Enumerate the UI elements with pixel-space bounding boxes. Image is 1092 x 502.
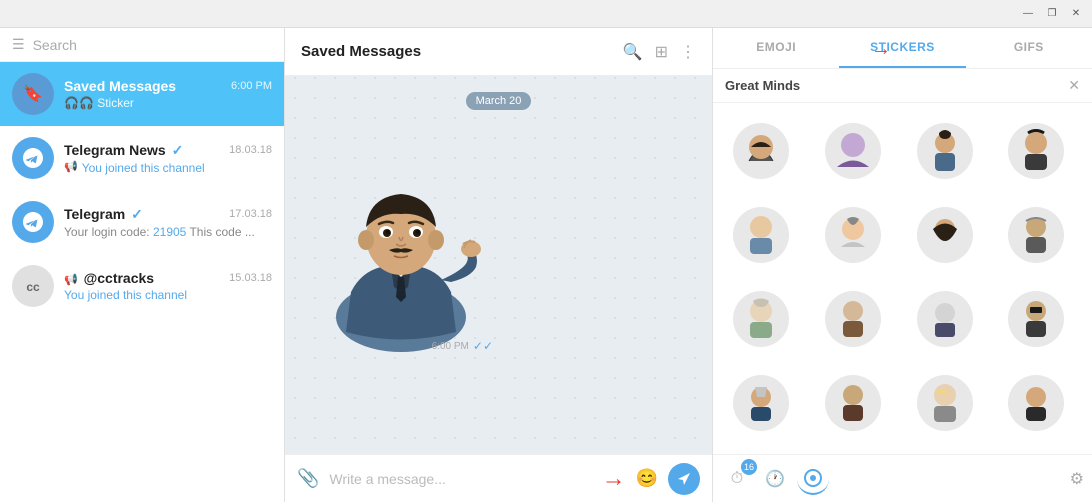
sticker-panel-header: Great Minds ✕ [713, 69, 1092, 103]
sticker-timestamp: 6:00 PM ✓✓ [432, 339, 493, 353]
tesla-sticker-svg [301, 122, 501, 352]
left-panel: ☰ 🔖 Saved Messages 6:00 PM 🎧🎧 Sticker [0, 28, 285, 502]
svg-text:cc: cc [26, 280, 40, 294]
chat-name-tgnews: Telegram News ✓ [64, 142, 183, 159]
chat-header-title: Saved Messages [301, 43, 611, 60]
sticker-1[interactable] [721, 111, 801, 191]
sticker-17[interactable] [721, 447, 801, 454]
pack-stickers-button[interactable] [797, 463, 829, 495]
chat-name-telegram: Telegram ✓ [64, 206, 143, 223]
chat-info-saved: Saved Messages 6:00 PM 🎧🎧 Sticker [64, 78, 272, 110]
split-view-icon[interactable]: ⊞ [655, 42, 668, 62]
minimize-button[interactable]: — [1020, 6, 1036, 22]
sticker-grid [713, 103, 1092, 454]
search-input[interactable] [33, 37, 272, 53]
chat-preview-saved: 🎧🎧 Sticker [64, 96, 272, 110]
settings-button[interactable]: ⚙ [1070, 469, 1084, 489]
sticker-bottom-bar: ⏱ 16 🕐 ⚙ [713, 454, 1092, 502]
restore-button[interactable]: ❐ [1044, 6, 1060, 22]
chat-item-telegram-news[interactable]: Telegram News ✓ 18.03.18 📢 You joined th… [0, 126, 284, 190]
sticker-4[interactable] [996, 111, 1076, 191]
hamburger-icon[interactable]: ☰ [12, 36, 25, 53]
tab-emoji[interactable]: EMOJI [713, 28, 839, 68]
avatar-telegram-news [12, 137, 54, 179]
sticker-14[interactable] [813, 363, 893, 443]
chat-item-telegram[interactable]: Telegram ✓ 17.03.18 Your login code: 219… [0, 190, 284, 254]
chat-info-telegram: Telegram ✓ 17.03.18 Your login code: 219… [64, 206, 272, 239]
chat-time-telegram: 17.03.18 [229, 208, 272, 220]
close-button[interactable]: ✕ [1068, 6, 1084, 22]
titlebar: — ❐ ✕ [0, 0, 1092, 28]
sticker-12[interactable] [996, 279, 1076, 359]
sticker-18[interactable] [813, 447, 893, 454]
chat-time-tgnews: 18.03.18 [229, 144, 272, 156]
chat-item-cctracks[interactable]: cc 📢 @cctracks 15.03.18 You joined this … [0, 254, 284, 318]
sticker-5[interactable] [721, 195, 801, 275]
sticker-15[interactable] [905, 363, 985, 443]
input-bar: 📎 → 😊 [285, 454, 712, 502]
sticker-badge: 16 [741, 459, 757, 475]
sticker-19[interactable] [905, 447, 985, 454]
chat-name-cctracks: 📢 @cctracks [64, 270, 154, 286]
sticker-8[interactable] [996, 195, 1076, 275]
sticker-9[interactable] [721, 279, 801, 359]
middle-panel: Saved Messages 🔍 ⊞ ⋮ March 20 [285, 28, 712, 502]
emoji-button[interactable]: 😊 [636, 468, 658, 489]
app-body: ☰ 🔖 Saved Messages 6:00 PM 🎧🎧 Sticker [0, 28, 1092, 502]
attach-button[interactable]: 📎 [297, 468, 319, 489]
chat-preview-telegram: Your login code: 21905 This code ... [64, 225, 272, 239]
sticker-20[interactable] [996, 447, 1076, 454]
chat-header: Saved Messages 🔍 ⊞ ⋮ [285, 28, 712, 76]
arrow-indicator: → [602, 465, 626, 493]
read-tick: ✓✓ [473, 339, 493, 353]
messages-area: March 20 [285, 76, 712, 454]
chat-name-saved: Saved Messages [64, 78, 176, 94]
avatar-telegram [12, 201, 54, 243]
sticker-11[interactable] [905, 279, 985, 359]
avatar-cctracks: cc [12, 265, 54, 307]
sticker-message: 6:00 PM ✓✓ [301, 122, 501, 357]
date-badge: March 20 [466, 92, 532, 110]
avatar-saved-messages: 🔖 [12, 73, 54, 115]
sticker-3[interactable] [905, 111, 985, 191]
chat-info-cctracks: 📢 @cctracks 15.03.18 You joined this cha… [64, 270, 272, 302]
send-button[interactable] [668, 463, 700, 495]
recent-stickers-button[interactable]: ⏱ 16 [721, 463, 753, 495]
more-options-icon[interactable]: ⋮ [680, 42, 696, 62]
chat-time-cctracks: 15.03.18 [229, 272, 272, 284]
sticker-13[interactable] [721, 363, 801, 443]
message-input[interactable] [329, 471, 591, 487]
channel-icon-tgnews: 📢 [64, 160, 78, 173]
sticker-2[interactable] [813, 111, 893, 191]
chat-info-tgnews: Telegram News ✓ 18.03.18 📢 You joined th… [64, 142, 272, 175]
right-panel: EMOJI → STICKERS GIFS Great Minds ✕ [712, 28, 1092, 502]
chat-preview-cctracks: You joined this channel [64, 288, 272, 302]
sticker-7[interactable] [905, 195, 985, 275]
tab-stickers[interactable]: STICKERS [839, 28, 965, 68]
search-chat-icon[interactable]: 🔍 [623, 42, 643, 62]
sticker-16[interactable] [996, 363, 1076, 443]
chat-time-saved: 6:00 PM [231, 80, 272, 92]
sticker-pack-title: Great Minds [725, 78, 800, 93]
sticker-10[interactable] [813, 279, 893, 359]
chat-preview-tgnews: You joined this channel [82, 161, 205, 175]
chat-list: 🔖 Saved Messages 6:00 PM 🎧🎧 Sticker [0, 62, 284, 502]
clock-stickers-button[interactable]: 🕐 [759, 463, 791, 495]
chat-item-saved-messages[interactable]: 🔖 Saved Messages 6:00 PM 🎧🎧 Sticker [0, 62, 284, 126]
close-panel-button[interactable]: ✕ [1068, 77, 1080, 94]
tab-gifs[interactable]: GIFS [966, 28, 1092, 68]
search-bar: ☰ [0, 28, 284, 62]
sticker-tabs: EMOJI → STICKERS GIFS [713, 28, 1092, 69]
sticker-6[interactable] [813, 195, 893, 275]
